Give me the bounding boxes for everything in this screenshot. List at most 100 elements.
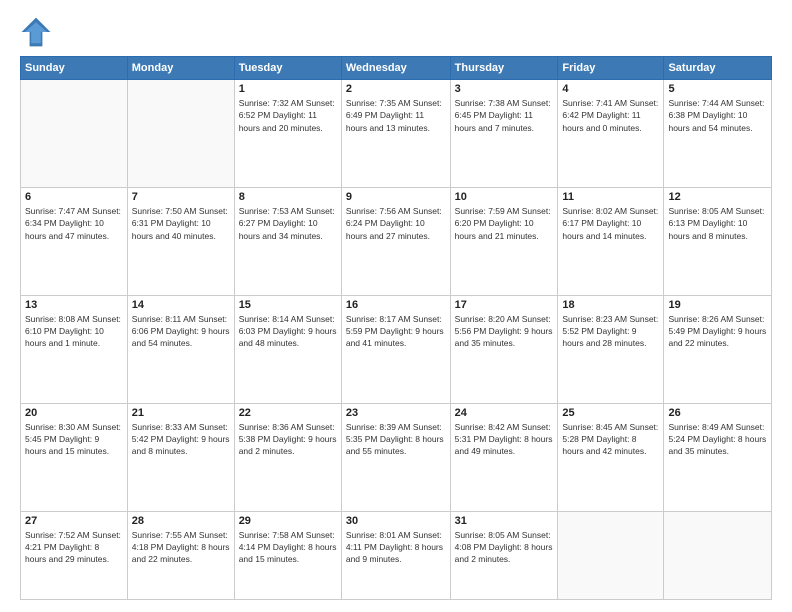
calendar-cell: 24 Sunrise: 8:42 AM Sunset: 5:31 PM Dayli… <box>450 403 558 511</box>
day-info: Sunrise: 8:17 AM Sunset: 5:59 PM Dayligh… <box>346 313 446 350</box>
day-number: 27 <box>25 515 123 527</box>
day-number: 21 <box>132 407 230 419</box>
calendar-cell: 17 Sunrise: 8:20 AM Sunset: 5:56 PM Dayli… <box>450 295 558 403</box>
calendar-cell: 26Sunrise: 8:49 AM Sunset: 5:24 PM Dayli… <box>664 403 772 511</box>
day-info: Sunrise: 7:41 AM Sunset: 6:42 PM Dayligh… <box>562 97 659 134</box>
day-number: 15 <box>239 299 337 311</box>
calendar-cell: 22Sunrise: 8:36 AM Sunset: 5:38 PM Dayli… <box>234 403 341 511</box>
day-info: Sunrise: 7:38 AM Sunset: 6:45 PM Dayligh… <box>455 97 554 134</box>
calendar-header-row: SundayMondayTuesdayWednesdayThursdayFrid… <box>21 57 772 80</box>
day-number: 12 <box>668 191 767 203</box>
calendar-cell: 16 Sunrise: 8:17 AM Sunset: 5:59 PM Dayli… <box>341 295 450 403</box>
calendar-header-tuesday: Tuesday <box>234 57 341 80</box>
calendar-header-friday: Friday <box>558 57 664 80</box>
calendar-cell: 28 Sunrise: 7:55 AM Sunset: 4:18 PM Dayli… <box>127 511 234 599</box>
day-info: Sunrise: 8:14 AM Sunset: 6:03 PM Dayligh… <box>239 313 337 350</box>
day-info: Sunrise: 8:01 AM Sunset: 4:11 PM Dayligh… <box>346 529 446 566</box>
day-number: 5 <box>668 83 767 95</box>
day-info: Sunrise: 7:58 AM Sunset: 4:14 PM Dayligh… <box>239 529 337 566</box>
day-info: Sunrise: 8:05 AM Sunset: 6:13 PM Dayligh… <box>668 205 767 242</box>
calendar-cell: 15 Sunrise: 8:14 AM Sunset: 6:03 PM Dayli… <box>234 295 341 403</box>
calendar-cell: 5 Sunrise: 7:44 AM Sunset: 6:38 PM Daylig… <box>664 80 772 188</box>
logo <box>20 16 56 48</box>
calendar-table: SundayMondayTuesdayWednesdayThursdayFrid… <box>20 56 772 600</box>
day-info: Sunrise: 8:26 AM Sunset: 5:49 PM Dayligh… <box>668 313 767 350</box>
day-number: 1 <box>239 83 337 95</box>
calendar-cell <box>21 80 128 188</box>
calendar-cell: 13 Sunrise: 8:08 AM Sunset: 6:10 PM Dayli… <box>21 295 128 403</box>
day-number: 19 <box>668 299 767 311</box>
calendar-cell: 9 Sunrise: 7:56 AM Sunset: 6:24 PM Daylig… <box>341 187 450 295</box>
day-info: Sunrise: 8:30 AM Sunset: 5:45 PM Dayligh… <box>25 421 123 458</box>
calendar-cell: 30 Sunrise: 8:01 AM Sunset: 4:11 PM Dayli… <box>341 511 450 599</box>
calendar-week-row: 27 Sunrise: 7:52 AM Sunset: 4:21 PM Dayli… <box>21 511 772 599</box>
day-number: 29 <box>239 515 337 527</box>
day-info: Sunrise: 7:56 AM Sunset: 6:24 PM Dayligh… <box>346 205 446 242</box>
calendar-cell: 27 Sunrise: 7:52 AM Sunset: 4:21 PM Dayli… <box>21 511 128 599</box>
calendar-cell: 18 Sunrise: 8:23 AM Sunset: 5:52 PM Dayli… <box>558 295 664 403</box>
day-info: Sunrise: 8:08 AM Sunset: 6:10 PM Dayligh… <box>25 313 123 350</box>
day-number: 11 <box>562 191 659 203</box>
calendar-header-monday: Monday <box>127 57 234 80</box>
day-number: 13 <box>25 299 123 311</box>
day-info: Sunrise: 7:59 AM Sunset: 6:20 PM Dayligh… <box>455 205 554 242</box>
day-number: 24 <box>455 407 554 419</box>
calendar-cell: 19 Sunrise: 8:26 AM Sunset: 5:49 PM Dayli… <box>664 295 772 403</box>
calendar-cell: 31Sunrise: 8:05 AM Sunset: 4:08 PM Dayli… <box>450 511 558 599</box>
day-number: 10 <box>455 191 554 203</box>
calendar-week-row: 6Sunrise: 7:47 AM Sunset: 6:34 PM Daylig… <box>21 187 772 295</box>
day-info: Sunrise: 7:55 AM Sunset: 4:18 PM Dayligh… <box>132 529 230 566</box>
day-number: 14 <box>132 299 230 311</box>
day-info: Sunrise: 8:45 AM Sunset: 5:28 PM Dayligh… <box>562 421 659 458</box>
day-info: Sunrise: 7:47 AM Sunset: 6:34 PM Dayligh… <box>25 205 123 242</box>
calendar-cell: 14 Sunrise: 8:11 AM Sunset: 6:06 PM Dayli… <box>127 295 234 403</box>
calendar-cell <box>664 511 772 599</box>
day-number: 7 <box>132 191 230 203</box>
calendar-header-saturday: Saturday <box>664 57 772 80</box>
calendar-cell: 2 Sunrise: 7:35 AM Sunset: 6:49 PM Daylig… <box>341 80 450 188</box>
day-info: Sunrise: 7:35 AM Sunset: 6:49 PM Dayligh… <box>346 97 446 134</box>
day-info: Sunrise: 8:11 AM Sunset: 6:06 PM Dayligh… <box>132 313 230 350</box>
calendar-header-thursday: Thursday <box>450 57 558 80</box>
day-info: Sunrise: 8:33 AM Sunset: 5:42 PM Dayligh… <box>132 421 230 458</box>
day-info: Sunrise: 8:49 AM Sunset: 5:24 PM Dayligh… <box>668 421 767 458</box>
day-number: 4 <box>562 83 659 95</box>
day-number: 18 <box>562 299 659 311</box>
calendar-cell: 3 Sunrise: 7:38 AM Sunset: 6:45 PM Daylig… <box>450 80 558 188</box>
day-number: 30 <box>346 515 446 527</box>
calendar-week-row: 1 Sunrise: 7:32 AM Sunset: 6:52 PM Daylig… <box>21 80 772 188</box>
day-info: Sunrise: 8:36 AM Sunset: 5:38 PM Dayligh… <box>239 421 337 458</box>
calendar-cell: 25Sunrise: 8:45 AM Sunset: 5:28 PM Dayli… <box>558 403 664 511</box>
calendar-week-row: 20 Sunrise: 8:30 AM Sunset: 5:45 PM Dayli… <box>21 403 772 511</box>
day-number: 31 <box>455 515 554 527</box>
day-number: 2 <box>346 83 446 95</box>
day-number: 17 <box>455 299 554 311</box>
calendar-cell: 10 Sunrise: 7:59 AM Sunset: 6:20 PM Dayli… <box>450 187 558 295</box>
calendar-cell: 21 Sunrise: 8:33 AM Sunset: 5:42 PM Dayli… <box>127 403 234 511</box>
calendar-cell <box>558 511 664 599</box>
day-number: 9 <box>346 191 446 203</box>
calendar-cell: 8Sunrise: 7:53 AM Sunset: 6:27 PM Daylig… <box>234 187 341 295</box>
day-info: Sunrise: 7:44 AM Sunset: 6:38 PM Dayligh… <box>668 97 767 134</box>
day-number: 16 <box>346 299 446 311</box>
calendar-cell: 20 Sunrise: 8:30 AM Sunset: 5:45 PM Dayli… <box>21 403 128 511</box>
calendar-week-row: 13 Sunrise: 8:08 AM Sunset: 6:10 PM Dayli… <box>21 295 772 403</box>
day-number: 28 <box>132 515 230 527</box>
day-number: 3 <box>455 83 554 95</box>
day-info: Sunrise: 8:42 AM Sunset: 5:31 PM Dayligh… <box>455 421 554 458</box>
calendar-cell <box>127 80 234 188</box>
day-number: 20 <box>25 407 123 419</box>
day-info: Sunrise: 8:23 AM Sunset: 5:52 PM Dayligh… <box>562 313 659 350</box>
header <box>20 16 772 48</box>
day-info: Sunrise: 7:52 AM Sunset: 4:21 PM Dayligh… <box>25 529 123 566</box>
calendar-cell: 29 Sunrise: 7:58 AM Sunset: 4:14 PM Dayli… <box>234 511 341 599</box>
calendar-cell: 23Sunrise: 8:39 AM Sunset: 5:35 PM Dayli… <box>341 403 450 511</box>
calendar-cell: 4 Sunrise: 7:41 AM Sunset: 6:42 PM Daylig… <box>558 80 664 188</box>
day-number: 23 <box>346 407 446 419</box>
day-info: Sunrise: 7:53 AM Sunset: 6:27 PM Dayligh… <box>239 205 337 242</box>
page: SundayMondayTuesdayWednesdayThursdayFrid… <box>0 0 792 612</box>
day-info: Sunrise: 8:20 AM Sunset: 5:56 PM Dayligh… <box>455 313 554 350</box>
calendar-cell: 11Sunrise: 8:02 AM Sunset: 6:17 PM Dayli… <box>558 187 664 295</box>
day-info: Sunrise: 7:50 AM Sunset: 6:31 PM Dayligh… <box>132 205 230 242</box>
day-info: Sunrise: 7:32 AM Sunset: 6:52 PM Dayligh… <box>239 97 337 134</box>
